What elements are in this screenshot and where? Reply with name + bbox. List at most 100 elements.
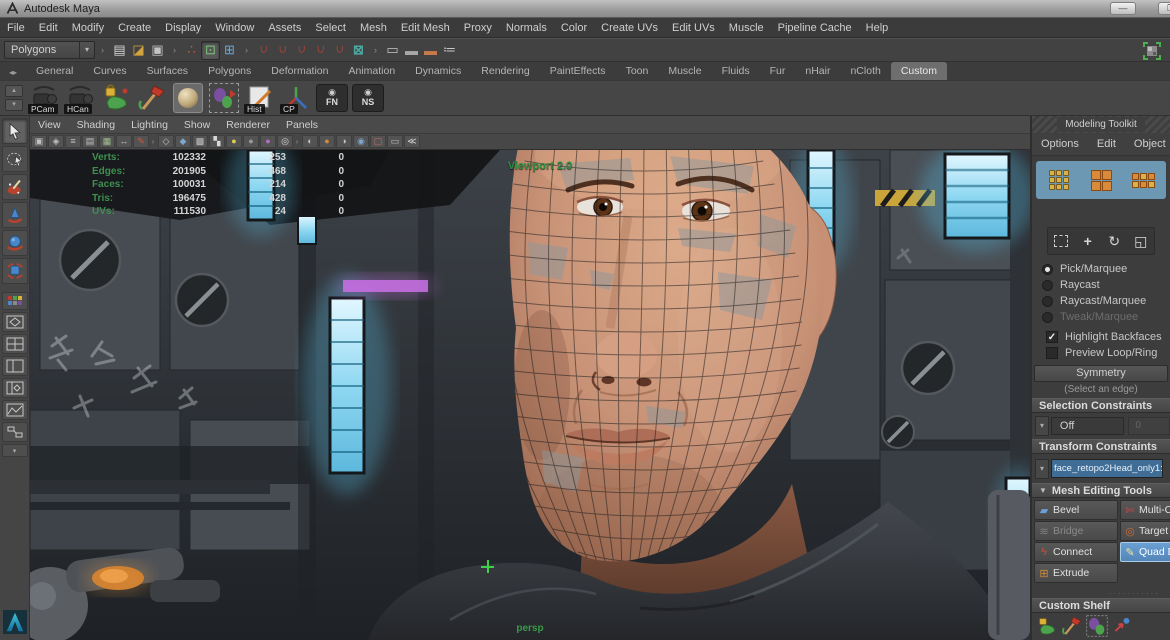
snap-to-plane-icon[interactable]: ∩	[330, 41, 349, 60]
modeling-toolkit-title-bar[interactable]: Modeling Toolkit	[1032, 116, 1170, 133]
layout-two-pane-button[interactable]	[2, 356, 28, 376]
shelf-tab[interactable]: nHair	[795, 62, 840, 80]
mesh-editing-tools-header[interactable]: ▼ Mesh Editing Tools	[1032, 483, 1170, 498]
shelf-tab[interactable]: Animation	[338, 62, 405, 80]
render-view-icon[interactable]: ▭	[383, 41, 402, 60]
multi-cut-button[interactable]: ✄ Multi-Cut	[1120, 500, 1170, 520]
viewport-menu-item[interactable]: Shading	[69, 116, 124, 134]
use-all-lights-icon[interactable]: ●	[226, 135, 242, 148]
menu-item[interactable]: Mesh	[353, 18, 394, 38]
quad-draw-button[interactable]: ✎ Quad Draw	[1120, 542, 1170, 562]
snapshot-share-icon[interactable]: ≪	[404, 135, 420, 148]
face-mode-button[interactable]	[1125, 164, 1161, 196]
connect-button[interactable]: ϟ Connect	[1034, 542, 1118, 562]
snap-to-curve-icon[interactable]: ∩	[273, 41, 292, 60]
gamma-icon[interactable]: ◉	[353, 135, 369, 148]
render-frame-icon[interactable]: ▬	[402, 41, 421, 60]
layout-four-pane-button[interactable]	[2, 334, 28, 354]
layout-more-dropdown[interactable]: ▾	[2, 444, 28, 457]
select-tool-button[interactable]	[2, 118, 28, 144]
viewport-3d-canvas[interactable]: Verts:1023322530 Edges:2019054680 Faces:…	[30, 150, 1030, 640]
minimize-button[interactable]: —	[1110, 2, 1136, 15]
shelf-item-sculpt-glove[interactable]	[99, 81, 133, 115]
axe-shelf-icon[interactable]	[1061, 615, 1083, 637]
tweak-marquee-radio[interactable]: Tweak/Marquee	[1042, 309, 1170, 325]
transform-constraints-header[interactable]: Transform Constraints	[1032, 439, 1170, 454]
shelf-tab[interactable]: Toon	[616, 62, 659, 80]
menu-item[interactable]: Help	[859, 18, 896, 38]
shaded-icon[interactable]: ◆	[175, 135, 191, 148]
screen-space-ao-icon[interactable]: ●	[260, 135, 276, 148]
rotate-tool-button[interactable]: ↻	[1103, 230, 1125, 252]
menu-item[interactable]: Edit UVs	[665, 18, 722, 38]
shelf-item-selection-set[interactable]	[207, 81, 241, 115]
menu-item[interactable]: Muscle	[722, 18, 771, 38]
move-tool-button[interactable]	[2, 202, 28, 228]
toolbar-collapser[interactable]: ›	[242, 41, 251, 59]
glove-shelf-icon[interactable]	[1036, 615, 1058, 637]
toolkit-menu-item[interactable]: Edit	[1088, 138, 1125, 150]
move-tool-button[interactable]: +	[1077, 230, 1099, 252]
raycast-radio[interactable]: Raycast	[1042, 277, 1170, 293]
shelf-tab[interactable]: Fluids	[712, 62, 760, 80]
shelf-item-hcan[interactable]: HCan	[63, 81, 97, 115]
image-plane-icon[interactable]: ▦	[99, 135, 115, 148]
viewport-menu-item[interactable]: Lighting	[123, 116, 176, 134]
selection-mode-dropdown[interactable]: Polygons ▾	[4, 41, 95, 59]
viewport-menu-item[interactable]: Show	[176, 116, 218, 134]
viewport-menu-item[interactable]: Renderer	[218, 116, 278, 134]
paint-select-tool-button[interactable]	[2, 174, 28, 200]
snap-to-center-icon[interactable]: ∩	[311, 41, 330, 60]
restore-button[interactable]: ❐	[1158, 2, 1170, 15]
shelf-tab[interactable]: nCloth	[840, 62, 890, 80]
shelf-menu-buttons[interactable]: ▴▾	[2, 82, 26, 114]
menu-item[interactable]: Pipeline Cache	[771, 18, 859, 38]
toolbar-collapser[interactable]: ›	[371, 41, 380, 59]
open-scene-icon[interactable]: ◪	[129, 41, 148, 60]
lasso-tool-button[interactable]	[2, 146, 28, 172]
menu-item[interactable]: Edit Mesh	[394, 18, 457, 38]
last-tool-button[interactable]	[2, 292, 28, 310]
shelf-tab[interactable]: Fur	[760, 62, 796, 80]
select-hierarchy-icon[interactable]: ∴	[182, 41, 201, 60]
render-settings-icon[interactable]: ≔	[440, 41, 459, 60]
lock-camera-icon[interactable]: ◈	[48, 135, 64, 148]
new-scene-icon[interactable]: ▤	[110, 41, 129, 60]
snap-to-grid-icon[interactable]: ∩	[254, 41, 273, 60]
default-material-icon[interactable]: ◐	[302, 135, 318, 148]
menu-item[interactable]: Display	[158, 18, 208, 38]
resolution-gate-icon[interactable]: ▭	[387, 135, 403, 148]
menu-item[interactable]: Assets	[261, 18, 308, 38]
shelf-tab[interactable]: Custom	[891, 62, 947, 80]
bookmarks-icon[interactable]: ▤	[82, 135, 98, 148]
checker-icon[interactable]: ▚	[209, 135, 225, 148]
select-camera-icon[interactable]: ▣	[31, 135, 47, 148]
camera-attributes-icon[interactable]: ≡	[65, 135, 81, 148]
selection-set-shelf-icon[interactable]	[1086, 615, 1108, 637]
menu-item[interactable]: Modify	[65, 18, 111, 38]
shadows-icon[interactable]: ●	[243, 135, 259, 148]
exposure-icon[interactable]: ◑	[336, 135, 352, 148]
bridge-button[interactable]: ≋ Bridge	[1034, 521, 1118, 541]
target-weld-button[interactable]: ◎ Target Weld	[1120, 521, 1170, 541]
shelf-item-hist[interactable]: Hist	[243, 81, 277, 115]
bevel-button[interactable]: ▰ Bevel	[1034, 500, 1118, 520]
menu-item[interactable]: Window	[208, 18, 261, 38]
select-object-icon[interactable]: ⊡	[201, 41, 220, 60]
scale-tool-button[interactable]	[2, 258, 28, 284]
textured-icon[interactable]: ▩	[192, 135, 208, 148]
preview-loop-ring-checkbox[interactable]: Preview Loop/Ring	[1046, 345, 1170, 361]
shelf-tab[interactable]: Deformation	[261, 62, 338, 80]
isolate-select-icon[interactable]: ▢	[370, 135, 386, 148]
shelf-tab[interactable]: General	[26, 62, 83, 80]
grease-pencil-icon[interactable]: ✎	[133, 135, 149, 148]
constraint-surface-field[interactable]: face_retopo2Head_only1:Me	[1051, 459, 1163, 478]
shelf-item-sculpt-axe[interactable]	[135, 81, 169, 115]
custom-shelf-header[interactable]: Custom Shelf	[1032, 598, 1170, 613]
shelf-tab[interactable]: Muscle	[658, 62, 711, 80]
viewport-menu-item[interactable]: View	[30, 116, 69, 134]
raycast-marquee-radio[interactable]: Raycast/Marquee	[1042, 293, 1170, 309]
chevron-down-icon[interactable]: ▾	[1035, 459, 1049, 479]
select-component-icon[interactable]: ⊞	[220, 41, 239, 60]
selection-constraints-header[interactable]: Selection Constraints	[1032, 398, 1170, 413]
